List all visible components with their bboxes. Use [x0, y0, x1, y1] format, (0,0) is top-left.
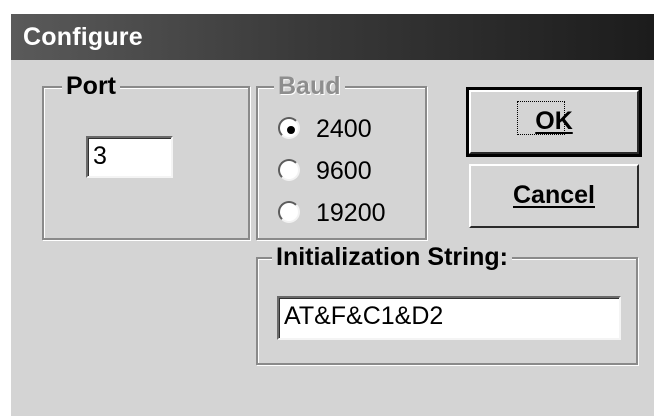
baud-group: Baud 2400 9600 19200: [256, 71, 427, 240]
cancel-button-label: Cancel: [513, 181, 595, 209]
baud-label-19200: 19200: [316, 199, 386, 227]
cancel-button[interactable]: Cancel: [469, 164, 639, 228]
radio-selected-dot: [287, 126, 295, 134]
baud-label-9600: 9600: [316, 157, 372, 185]
init-string-input[interactable]: AT&F&C1&D2: [277, 296, 621, 340]
radio-button-2400[interactable]: [278, 117, 300, 139]
configure-dialog: Configure Port 3 Baud 2400 9600 19200 In…: [9, 12, 654, 416]
baud-label-2400: 2400: [316, 115, 372, 143]
radio-button-19200[interactable]: [278, 201, 300, 223]
port-group: Port 3: [42, 71, 250, 240]
focus-indicator: [517, 101, 565, 135]
port-input[interactable]: 3: [86, 136, 173, 178]
dialog-title: Configure: [23, 23, 143, 51]
init-string-legend: Initialization String:: [272, 242, 512, 272]
init-string-group: Initialization String: AT&F&C1&D2: [256, 242, 638, 365]
ok-button[interactable]: OK: [466, 87, 642, 157]
port-legend: Port: [62, 71, 120, 101]
title-bar[interactable]: Configure: [11, 14, 654, 60]
baud-legend: Baud: [274, 71, 345, 101]
radio-button-9600[interactable]: [278, 159, 300, 181]
